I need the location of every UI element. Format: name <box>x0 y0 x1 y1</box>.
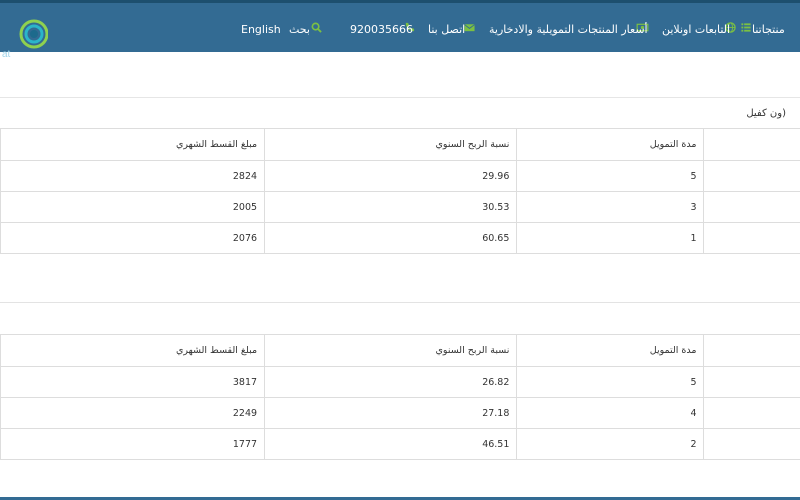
duration: 5 <box>516 160 705 192</box>
annual-rate: 26.82 <box>264 366 518 398</box>
duration: 5 <box>516 366 705 398</box>
monthly-installment: 2005 <box>0 191 266 223</box>
empty-cell <box>703 160 800 192</box>
search-label: بحث <box>289 23 310 36</box>
duration: 2 <box>516 428 705 460</box>
monthly-installment: 2249 <box>0 397 266 429</box>
duration: 1 <box>516 222 705 254</box>
monthly-installment: 2076 <box>0 222 266 254</box>
table-header-row: مبلغ القسط الشهري نسبة الربح السنوي مدة … <box>0 128 800 161</box>
navbar: at English بحث 920035666 اتصل بنا أسعار … <box>0 3 800 60</box>
duration: 3 <box>516 191 705 223</box>
logo-icon <box>19 19 49 49</box>
table-row: 3817 26.82 5 <box>0 366 800 398</box>
online-label: التابعات اونلاين <box>662 23 731 36</box>
prices-label: أسعار المنتجات التمويلية والادخارية <box>489 23 648 36</box>
annual-rate: 29.96 <box>264 160 518 192</box>
empty-cell <box>703 128 800 161</box>
table-row: 2249 27.18 4 <box>0 397 800 429</box>
table-header-row: مبلغ القسط الشهري نسبة الربح السنوي مدة … <box>0 334 800 367</box>
empty-cell <box>703 191 800 223</box>
monthly-installment: 3817 <box>0 366 266 398</box>
header-duration: مدة التمويل <box>516 128 705 161</box>
table-row: 2824 29.96 5 <box>0 160 800 192</box>
empty-cell <box>703 334 800 367</box>
contact-label: اتصل بنا <box>428 23 466 36</box>
header-duration: مدة التمويل <box>516 334 705 367</box>
financing-table-2: مبلغ القسط الشهري نسبة الربح السنوي مدة … <box>0 334 800 460</box>
empty-cell <box>703 366 800 398</box>
section-title: ون كفيل) <box>746 108 786 119</box>
empty-cell <box>703 397 800 429</box>
products-label: منتجاتنا <box>752 23 785 36</box>
table-row: 2005 30.53 3 <box>0 191 800 223</box>
search-icon <box>311 22 322 33</box>
english-link[interactable]: English <box>241 23 281 36</box>
header-annual-rate: نسبة الربح السنوي <box>264 128 518 161</box>
list-icon <box>741 23 751 32</box>
duration: 4 <box>516 397 705 429</box>
header-monthly-installment: مبلغ القسط الشهري <box>0 128 266 161</box>
table-row: 2076 60.65 1 <box>0 222 800 254</box>
financing-table-1: مبلغ القسط الشهري نسبة الربح السنوي مدة … <box>0 128 800 254</box>
monthly-installment: 2824 <box>0 160 266 192</box>
annual-rate: 46.51 <box>264 428 518 460</box>
header-annual-rate: نسبة الربح السنوي <box>264 334 518 367</box>
empty-cell <box>703 222 800 254</box>
empty-cell <box>703 428 800 460</box>
annual-rate: 60.65 <box>264 222 518 254</box>
header-monthly-installment: مبلغ القسط الشهري <box>0 334 266 367</box>
table-row: 1777 46.51 2 <box>0 428 800 460</box>
mail-icon <box>464 24 475 32</box>
phone-number: 920035666 <box>350 23 413 36</box>
section-divider <box>0 302 800 303</box>
logo[interactable]: at <box>2 18 49 60</box>
sub-header <box>0 52 800 98</box>
annual-rate: 30.53 <box>264 191 518 223</box>
annual-rate: 27.18 <box>264 397 518 429</box>
monthly-installment: 1777 <box>0 428 266 460</box>
